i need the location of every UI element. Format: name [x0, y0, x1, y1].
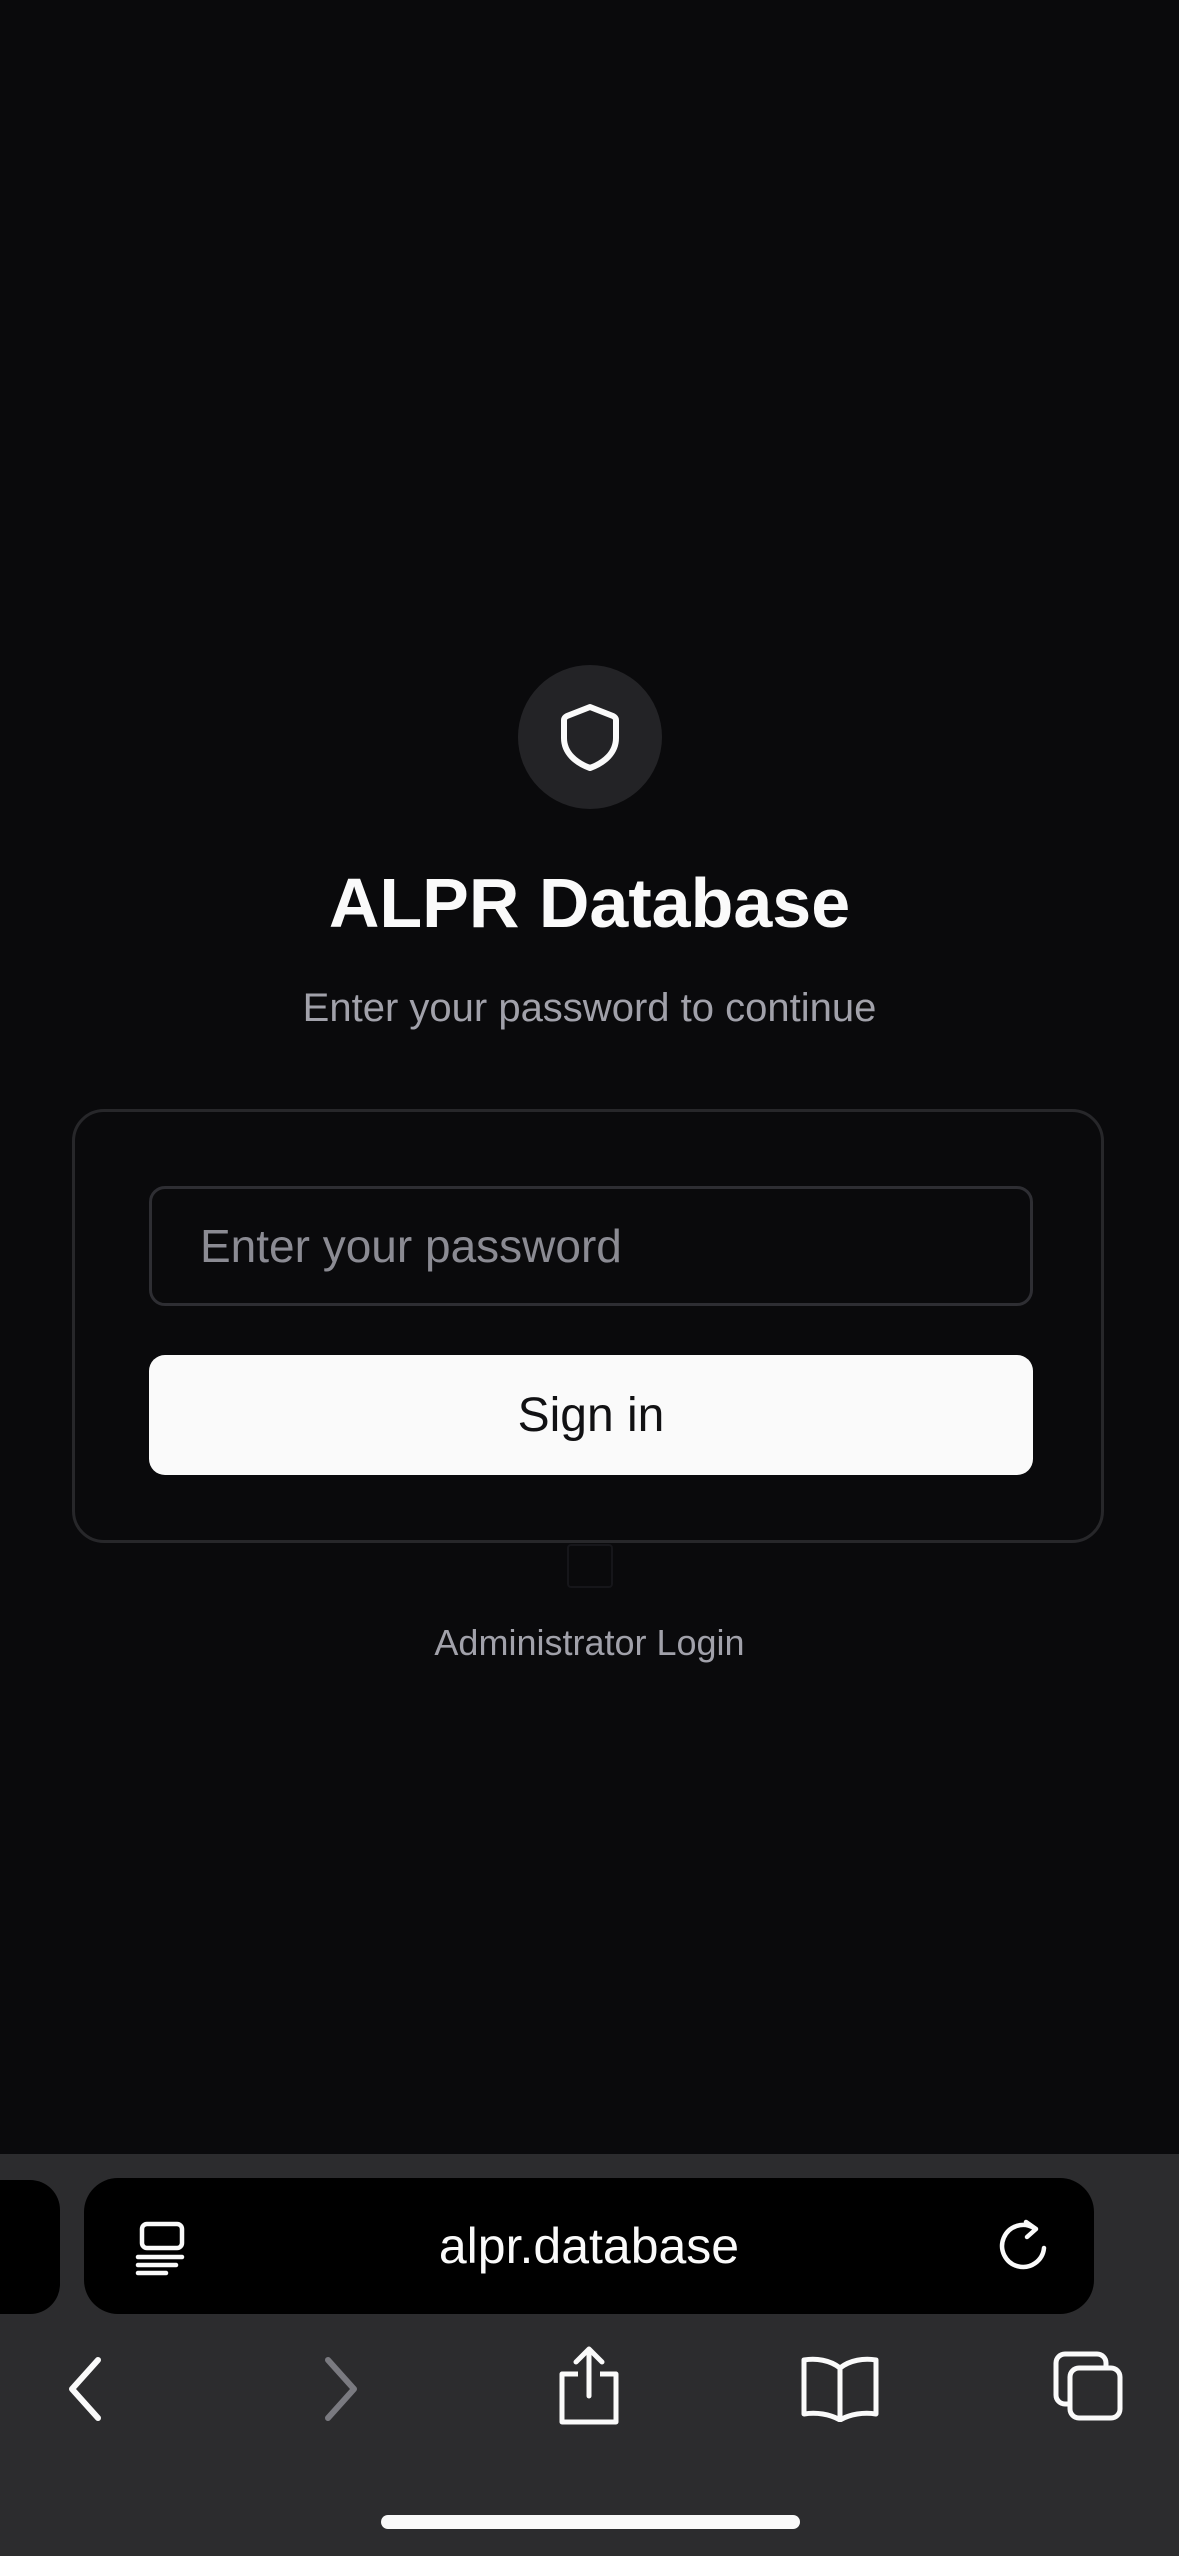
home-indicator: [381, 2515, 800, 2529]
address-bar[interactable]: alpr.database: [84, 2178, 1094, 2314]
faint-placeholder-icon: [567, 1544, 613, 1588]
login-card: Sign in: [72, 1109, 1104, 1543]
page-title: ALPR Database: [328, 864, 851, 942]
bookmarks-icon[interactable]: [800, 2352, 880, 2422]
tabs-icon[interactable]: [1052, 2350, 1124, 2422]
share-icon[interactable]: [556, 2344, 622, 2426]
sign-in-button[interactable]: Sign in: [149, 1355, 1033, 1475]
password-input[interactable]: [149, 1186, 1033, 1306]
previous-tab-preview[interactable]: [0, 2180, 60, 2314]
shield-icon: [561, 704, 619, 771]
forward-icon[interactable]: [318, 2354, 362, 2424]
shield-badge: [518, 665, 662, 809]
browser-toolbar: alpr.database: [0, 2154, 1179, 2556]
back-icon[interactable]: [64, 2354, 108, 2424]
administrator-login-link[interactable]: Administrator Login: [0, 1618, 1179, 1668]
reload-icon[interactable]: [996, 2218, 1052, 2274]
page-subtitle: Enter your password to continue: [302, 986, 877, 1030]
login-page: ALPR Database Enter your password to con…: [0, 0, 1179, 2556]
url-text[interactable]: alpr.database: [84, 2178, 1094, 2314]
